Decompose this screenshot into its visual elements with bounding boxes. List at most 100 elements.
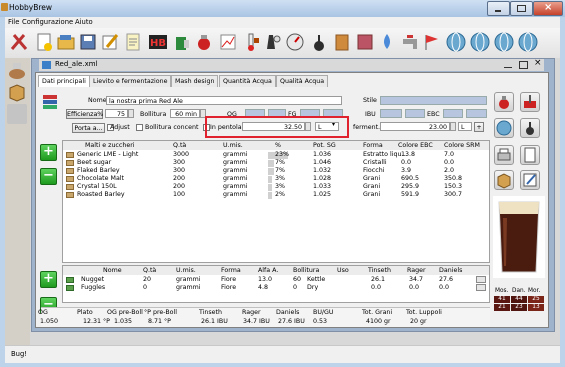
color-col-dan: Dan.	[512, 288, 526, 294]
globe-button-1[interactable]	[445, 31, 467, 53]
efficienza-spinner[interactable]	[128, 109, 134, 118]
globe-button-4[interactable]	[517, 31, 539, 53]
edit-button[interactable]	[99, 31, 121, 53]
open-file-button[interactable]	[55, 31, 77, 53]
gauge-button[interactable]	[284, 31, 306, 53]
document-tool-button[interactable]	[520, 145, 540, 165]
bottle-button[interactable]	[308, 31, 330, 53]
malt-row[interactable]: Beet sugar 300 grammi 7% 1.046 Cristalli 0.0 0.…	[63, 159, 489, 167]
color-mos-srm: 21	[494, 304, 510, 311]
globe-button-3[interactable]	[493, 31, 515, 53]
ferment-spinner[interactable]	[450, 122, 456, 131]
tools-button[interactable]	[8, 31, 30, 53]
hop-use-cell: Kettle	[307, 276, 326, 283]
menu-aiuto[interactable]: Aiuto	[75, 18, 93, 26]
col-umis[interactable]: U.mis.	[223, 142, 243, 149]
col-colore-ebc[interactable]: Colore EBC	[398, 142, 433, 149]
water-button[interactable]	[376, 31, 398, 53]
malt-ebc-cell: 591.9	[401, 191, 420, 198]
notes-tool-button[interactable]	[520, 170, 540, 190]
menu-file[interactable]: File	[8, 18, 19, 26]
malt-row[interactable]: Flaked Barley 300 grammi 7% 1.032 Fiocchi 3.9 2…	[63, 167, 489, 175]
col-pct[interactable]: %	[275, 142, 281, 149]
bollitura-input[interactable]: 60 min	[170, 109, 200, 118]
ferment-add-button[interactable]: +	[474, 122, 484, 132]
bollitura-concent-checkbox[interactable]	[136, 124, 143, 131]
calc-button[interactable]	[240, 31, 262, 53]
col-alfa[interactable]: Alfa A.	[258, 267, 278, 274]
globe-icon	[470, 32, 490, 52]
col-umis[interactable]: U.mis.	[176, 267, 196, 274]
new-file-button[interactable]	[33, 31, 55, 53]
kettle-button[interactable]	[193, 31, 215, 53]
kettle-side-button[interactable]	[7, 60, 27, 80]
ferment-input[interactable]: 23.00	[380, 122, 450, 131]
hydrometer-button[interactable]	[261, 31, 283, 53]
mash-tool-button[interactable]	[520, 92, 540, 112]
globe-button-2[interactable]	[469, 31, 491, 53]
tab-mash-design[interactable]: Mash design	[171, 75, 219, 87]
hop-row[interactable]: Nugget 20 grammi Fiore 13.0 60 Kettle 26.1 34.7 2…	[63, 276, 489, 284]
hop-edit-button[interactable]	[476, 284, 486, 291]
label-button[interactable]	[354, 31, 376, 53]
stile-field[interactable]	[380, 96, 487, 105]
close-button[interactable]: ×	[533, 1, 563, 16]
col-pot-sg[interactable]: Pot. SG	[313, 142, 336, 149]
col-uso[interactable]: Uso	[337, 267, 349, 274]
box-tool-button[interactable]	[494, 170, 514, 190]
maximize-button[interactable]	[510, 1, 533, 16]
bottle-tool-button[interactable]	[520, 118, 540, 138]
save-button[interactable]	[77, 31, 99, 53]
doc-maximize-icon[interactable]	[519, 61, 528, 69]
disabled-side-button[interactable]	[7, 104, 27, 124]
tab-qualita-acqua[interactable]: Qualità Acqua	[276, 75, 329, 87]
col-nome[interactable]: Nome	[103, 267, 122, 274]
col-rager[interactable]: Rager	[407, 267, 426, 274]
equipment-button[interactable]	[171, 31, 193, 53]
doc-close-icon[interactable]: ×	[534, 58, 542, 68]
flag-button[interactable]	[421, 31, 443, 53]
box-side-button[interactable]	[7, 82, 27, 102]
print-tool-button[interactable]	[494, 145, 514, 165]
minimize-button[interactable]	[487, 1, 510, 16]
hb-logo-button[interactable]: HB	[147, 31, 169, 53]
malt-row[interactable]: Generic LME - Light 3000 grammi 23% 1.036 Est…	[63, 151, 489, 159]
hop-edit-button[interactable]	[476, 276, 486, 283]
add-malt-button[interactable]: +	[40, 144, 57, 161]
globe-tool-button[interactable]	[494, 118, 514, 138]
add-hop-button[interactable]: +	[40, 271, 57, 288]
kettle-tool-button[interactable]	[494, 92, 514, 112]
faucet-button[interactable]	[399, 31, 421, 53]
col-qta[interactable]: Q.tà	[173, 142, 186, 149]
malt-qty-cell: 200	[173, 175, 186, 182]
menu-configurazione[interactable]: Configurazione	[22, 18, 73, 26]
col-forma[interactable]: Forma	[221, 267, 241, 274]
tab-quantita-acqua[interactable]: Quantità Acqua	[219, 75, 276, 87]
col-daniels[interactable]: Daniels	[439, 267, 462, 274]
malt-row[interactable]: Roasted Barley 100 grammi 2% 1.025 Grani 591.9…	[63, 191, 489, 199]
col-forma[interactable]: Forma	[363, 142, 383, 149]
tab-lievito-fermentazione[interactable]: Lievito e fermentazione	[89, 75, 172, 87]
tab-dati-principali[interactable]: Dati principali	[38, 75, 90, 87]
ferment-unit-select[interactable]: L	[458, 122, 472, 131]
col-tinseth[interactable]: Tinseth	[368, 267, 391, 274]
col-qta[interactable]: Q.tà	[143, 267, 156, 274]
col-bollitura[interactable]: Bollitura	[293, 267, 319, 274]
malt-row[interactable]: Chocolate Malt 200 grammi 3% 1.028 Grani 690.5…	[63, 175, 489, 183]
efficienza-button[interactable]: Efficienza%	[66, 109, 103, 119]
remove-malt-button[interactable]: −	[40, 168, 57, 185]
totals-value: 8.71 °P	[148, 318, 171, 325]
col-malti[interactable]: Malti e zuccheri	[85, 142, 135, 149]
malt-row[interactable]: Crystal 150L 200 grammi 3% 1.033 Grani 295.9 15…	[63, 183, 489, 191]
notes-button[interactable]	[122, 31, 144, 53]
porta-a-button[interactable]: Porta a...	[72, 123, 105, 133]
col-colore-srm[interactable]: Colore SRM	[444, 142, 480, 149]
doc-minimize-icon[interactable]	[504, 67, 512, 68]
recipe-book-button[interactable]	[41, 92, 59, 110]
graph-button[interactable]	[217, 31, 239, 53]
hop-row[interactable]: Fuggles 0 grammi Fiore 4.8 0 Dry 0.0 0.0 0.0	[63, 284, 489, 292]
sack-button[interactable]	[331, 31, 353, 53]
efficienza-input[interactable]: 75	[105, 109, 128, 118]
nome-input[interactable]: la nostra prima Red Ale	[106, 96, 342, 105]
totals-header: Tot. Grani	[362, 309, 393, 316]
